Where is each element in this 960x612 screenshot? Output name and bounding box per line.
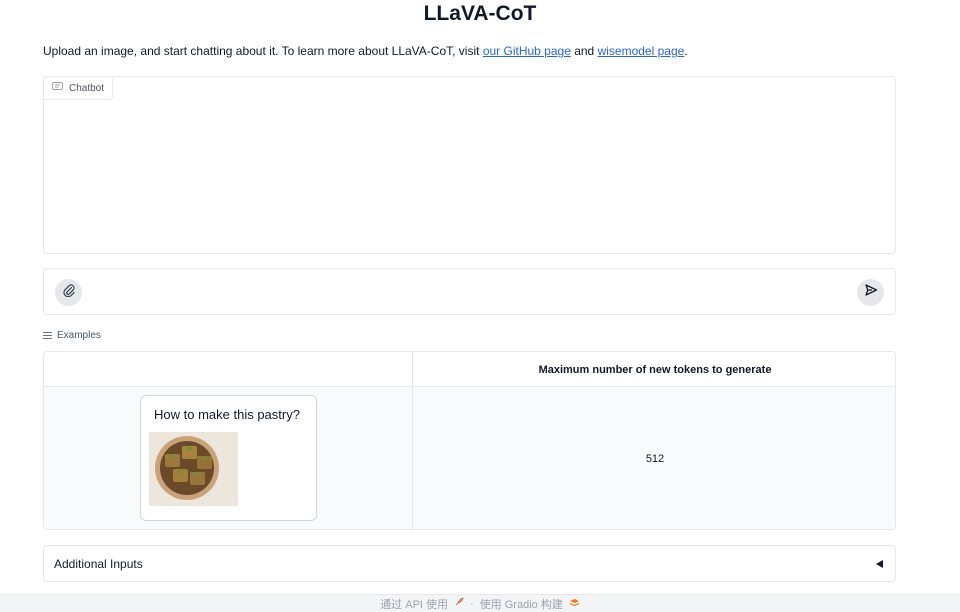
example-row[interactable]: How to make this pastry? 512 <box>44 387 895 529</box>
examples-header-row: Maximum number of new tokens to generate <box>44 352 895 387</box>
api-link[interactable]: 通过 API 使用 <box>380 596 448 612</box>
message-input-row <box>43 268 896 315</box>
examples-header-cell-1 <box>44 352 413 387</box>
gradio-logo-icon <box>569 598 580 610</box>
wisemodel-link[interactable]: wisemodel page <box>598 44 685 58</box>
page-title: LLaVA-CoT <box>423 2 537 25</box>
examples-header-cell-2: Maximum number of new tokens to generate <box>538 363 772 376</box>
message-input[interactable] <box>92 279 852 306</box>
send-icon <box>864 283 878 302</box>
list-icon <box>43 332 52 339</box>
send-button[interactable] <box>857 279 884 306</box>
chat-bubble-icon <box>52 81 63 95</box>
footer: 通过 API 使用 · 使用 Gradio 构建 <box>0 594 960 612</box>
additional-inputs-accordion[interactable]: Additional Inputs <box>43 545 896 582</box>
chatbot-label-tag: Chatbot <box>43 76 114 100</box>
example-message-cell: How to make this pastry? <box>44 387 413 529</box>
caret-left-icon <box>876 560 883 568</box>
example-image-thumbnail <box>149 432 238 506</box>
examples-heading: Examples <box>43 330 101 341</box>
gradio-link[interactable]: 使用 Gradio 构建 <box>480 596 563 612</box>
additional-inputs-label: Additional Inputs <box>54 556 143 571</box>
github-link[interactable]: our GitHub page <box>483 44 571 58</box>
description-prefix: Upload an image, and start chatting abou… <box>43 44 483 58</box>
rocket-icon <box>454 597 464 610</box>
attach-file-button[interactable] <box>55 279 82 306</box>
examples-label: Examples <box>57 330 101 341</box>
examples-table: Maximum number of new tokens to generate… <box>43 351 896 530</box>
description-suffix: . <box>684 44 688 58</box>
page-description: Upload an image, and start chatting abou… <box>43 44 688 58</box>
footer-separator: · <box>470 597 474 610</box>
example-max-tokens-cell: 512 <box>645 453 665 465</box>
paperclip-icon <box>62 283 76 302</box>
chatbot-label: Chatbot <box>69 82 105 94</box>
example-prompt: How to make this pastry? <box>154 407 300 422</box>
chatbot-panel: Chatbot <box>43 76 896 254</box>
example-card[interactable]: How to make this pastry? <box>140 395 317 521</box>
description-mid: and <box>570 44 598 58</box>
